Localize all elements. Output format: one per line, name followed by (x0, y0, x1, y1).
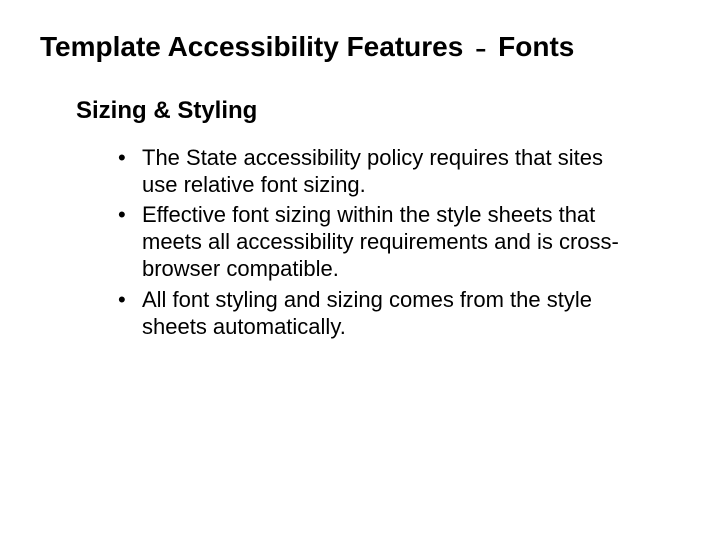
slide-title: Template Accessibility Features - Fonts (40, 28, 680, 69)
title-separator: - (471, 29, 490, 66)
list-item: Effective font sizing within the style s… (124, 202, 620, 282)
title-part1: Template Accessibility Features (40, 31, 463, 62)
slide-subtitle: Sizing & Styling (76, 97, 680, 125)
title-part2: Fonts (498, 31, 574, 62)
slide: Template Accessibility Features - Fonts … (0, 0, 720, 540)
list-item: The State accessibility policy requires … (124, 145, 620, 199)
list-item: All font styling and sizing comes from t… (124, 287, 620, 341)
bullet-list: The State accessibility policy requires … (100, 145, 620, 341)
